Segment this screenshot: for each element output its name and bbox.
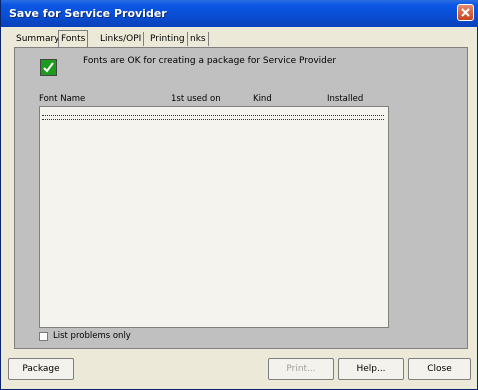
close-button[interactable]: Close bbox=[408, 358, 471, 380]
list-divider bbox=[42, 115, 384, 117]
column-header-first-used-on[interactable]: 1st used on bbox=[171, 94, 221, 104]
column-header-kind[interactable]: Kind bbox=[253, 94, 272, 104]
print-button[interactable]: Print... bbox=[268, 358, 334, 380]
fonts-list[interactable] bbox=[39, 106, 389, 328]
fonts-panel: Fonts are OK for creating a package for … bbox=[14, 47, 468, 349]
column-header-font-name[interactable]: Font Name bbox=[39, 94, 85, 104]
dialog-window: Save for Service Provider Summary Fonts … bbox=[0, 0, 478, 390]
title-bar[interactable]: Save for Service Provider bbox=[1, 0, 478, 27]
column-header-installed[interactable]: Installed bbox=[327, 94, 363, 104]
tab-links-opi[interactable]: Links/OPI bbox=[98, 32, 145, 46]
tab-printing[interactable]: Printing bbox=[148, 32, 188, 46]
package-button[interactable]: Package bbox=[8, 358, 74, 380]
check-icon bbox=[40, 59, 57, 76]
list-problems-checkbox[interactable] bbox=[39, 332, 48, 341]
status-message: Fonts are OK for creating a package for … bbox=[83, 56, 337, 66]
window-title: Save for Service Provider bbox=[9, 7, 167, 20]
list-divider bbox=[42, 119, 384, 121]
tab-links[interactable]: nks bbox=[188, 32, 209, 46]
tab-summary[interactable]: Summary bbox=[14, 32, 63, 46]
close-window-button[interactable] bbox=[457, 4, 474, 21]
list-problems-label: List problems only bbox=[53, 331, 131, 341]
help-button[interactable]: Help... bbox=[338, 358, 404, 380]
tab-fonts[interactable]: Fonts bbox=[58, 30, 89, 47]
